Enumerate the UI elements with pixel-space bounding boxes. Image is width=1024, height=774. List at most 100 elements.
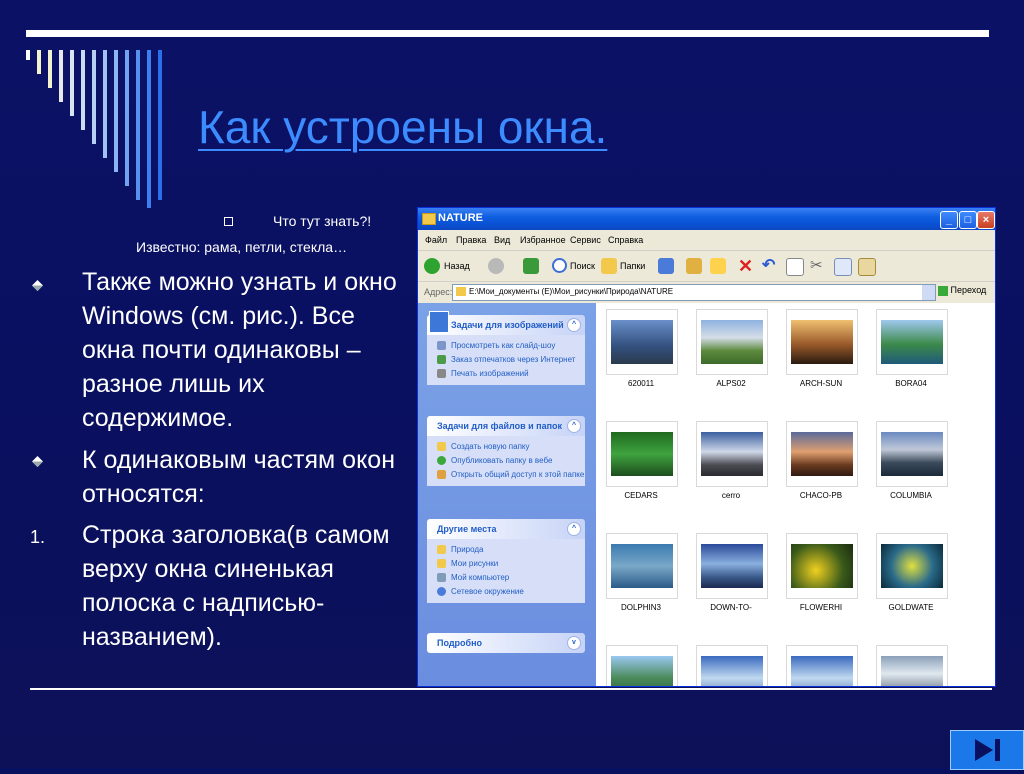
file-thumbnail[interactable]: [606, 309, 678, 375]
panel-header[interactable]: Другие места ^: [427, 519, 585, 539]
bottom-rule: [30, 688, 992, 690]
file-thumbnail[interactable]: [696, 309, 768, 375]
panel-title: Задачи для изображений: [451, 320, 564, 330]
delete-icon[interactable]: ✕: [738, 257, 754, 275]
close-button[interactable]: ×: [977, 211, 995, 229]
menu-edit[interactable]: Правка: [456, 235, 486, 245]
next-slide-button[interactable]: [950, 730, 1024, 770]
picture-icon: [429, 311, 449, 333]
file-thumbnail[interactable]: [876, 645, 948, 686]
expand-icon[interactable]: v: [567, 636, 581, 650]
file-thumbnail[interactable]: [786, 309, 858, 375]
forward-arrow-icon[interactable]: [488, 258, 504, 274]
file-thumbnail[interactable]: [696, 421, 768, 487]
up-folder-icon[interactable]: [523, 258, 539, 274]
place-link[interactable]: Сетевое окружение: [427, 585, 585, 599]
slide-title: Как устроены окна.: [198, 101, 608, 153]
task-link[interactable]: Печать изображений: [427, 367, 585, 381]
menu-favorites[interactable]: Избранное: [520, 235, 566, 245]
task-link[interactable]: Опубликовать папку в вебе: [427, 454, 585, 468]
task-link[interactable]: Открыть общий доступ к этой папке: [427, 468, 585, 482]
panel-picture-tasks: Задачи для изображений ^ Просмотреть как…: [427, 311, 585, 385]
menu-bar: Файл Правка Вид Избранное Сервис Справка: [418, 230, 995, 269]
folders-icon[interactable]: [601, 258, 617, 274]
file-name[interactable]: DOWN-TO-: [686, 603, 776, 612]
task-pane: Задачи для изображений ^ Просмотреть как…: [418, 303, 596, 686]
folder-icon: [422, 213, 436, 225]
minimize-button[interactable]: _: [940, 211, 958, 229]
collapse-icon[interactable]: ^: [567, 419, 581, 433]
views-icon[interactable]: [658, 258, 674, 274]
next-arrow-icon: [975, 739, 1000, 761]
collapse-icon[interactable]: ^: [567, 318, 581, 332]
panel-header[interactable]: Задачи для изображений ^: [427, 311, 585, 335]
file-name[interactable]: CHACO-PB: [776, 491, 866, 500]
cut-icon[interactable]: ✂: [810, 258, 826, 274]
slide-background: Как устроены окна. Что тут знать?! Извес…: [0, 0, 1024, 770]
go-arrow-icon: [938, 285, 948, 296]
file-thumbnail[interactable]: [786, 421, 858, 487]
back-arrow-icon[interactable]: [424, 258, 440, 274]
menu-help[interactable]: Справка: [608, 235, 643, 245]
place-link[interactable]: Природа: [427, 543, 585, 557]
task-link[interactable]: Создать новую папку: [427, 440, 585, 454]
file-thumbnail[interactable]: [786, 645, 858, 686]
list-number: 1.: [30, 527, 46, 547]
search-icon[interactable]: [552, 258, 567, 273]
file-thumbnail[interactable]: [696, 645, 768, 686]
task-link[interactable]: Просмотреть как слайд-шоу: [427, 339, 585, 353]
file-name[interactable]: ALPS02: [686, 379, 776, 388]
file-name[interactable]: GOLDWATE: [866, 603, 956, 612]
file-thumbnail[interactable]: [876, 421, 948, 487]
panel-header[interactable]: Задачи для файлов и папок ^: [427, 416, 585, 436]
file-thumbnail[interactable]: [606, 645, 678, 686]
file-view: 620011 ALPS02 ARCH-SUN BORA04 CEDARS cer…: [596, 303, 995, 686]
search-button-label[interactable]: Поиск: [570, 256, 595, 276]
place-link[interactable]: Мой компьютер: [427, 571, 585, 585]
panel-details: Подробно v: [427, 633, 585, 653]
undo-icon[interactable]: ↶: [762, 258, 778, 274]
chevron-down-icon[interactable]: [922, 285, 935, 300]
panel-title: Задачи для файлов и папок: [437, 421, 563, 431]
toolbar: Назад Поиск Папки ✕ ↶ ✂: [418, 251, 995, 282]
file-name[interactable]: ARCH-SUN: [776, 379, 866, 388]
file-thumbnail[interactable]: [876, 533, 948, 599]
menu-file[interactable]: Файл: [425, 235, 447, 245]
maximize-button[interactable]: □: [959, 211, 977, 229]
address-input[interactable]: E:\Мои_документы (E)\Мои_рисунки\Природа…: [452, 284, 936, 301]
file-name[interactable]: FLOWERHI: [776, 603, 866, 612]
properties-icon[interactable]: [786, 258, 804, 276]
file-name[interactable]: BORA04: [866, 379, 956, 388]
sub-line-text: Известно: рама, петли, стекла…: [136, 239, 348, 255]
window-titlebar[interactable]: NATURE _ □ ×: [418, 208, 995, 230]
menu-tools[interactable]: Сервис: [570, 235, 601, 245]
back-button-label[interactable]: Назад: [444, 256, 470, 276]
home-icon[interactable]: [710, 258, 726, 274]
collapse-icon[interactable]: ^: [567, 522, 581, 536]
go-button[interactable]: Переход: [938, 285, 986, 296]
file-thumbnail[interactable]: [786, 533, 858, 599]
file-name[interactable]: 620011: [596, 379, 686, 388]
folder-move-icon[interactable]: [686, 258, 702, 274]
menu-view[interactable]: Вид: [494, 235, 510, 245]
file-name[interactable]: COLUMBIA: [866, 491, 956, 500]
diamond-bullet-icon: [32, 456, 43, 467]
file-thumbnail[interactable]: [606, 533, 678, 599]
copy-icon[interactable]: [834, 258, 852, 276]
address-bar: Адрес: E:\Мои_документы (E)\Мои_рисунки\…: [418, 282, 995, 302]
file-name[interactable]: cerro: [686, 491, 776, 500]
paste-icon[interactable]: [858, 258, 876, 276]
file-thumbnail[interactable]: [876, 309, 948, 375]
task-link[interactable]: Заказ отпечатков через Интернет: [427, 353, 585, 367]
file-name[interactable]: CEDARS: [596, 491, 686, 500]
diamond-bullet-icon: [32, 280, 43, 291]
folders-button-label[interactable]: Папки: [620, 256, 645, 276]
file-name[interactable]: DOLPHIN3: [596, 603, 686, 612]
panel-header[interactable]: Подробно v: [427, 633, 585, 653]
panel-title: Подробно: [437, 638, 483, 648]
file-thumbnail[interactable]: [696, 533, 768, 599]
place-link[interactable]: Мои рисунки: [427, 557, 585, 571]
square-bullet-icon: [224, 217, 233, 226]
file-thumbnail[interactable]: [606, 421, 678, 487]
numbered-text: Строка заголовка(в самом верху окна сине…: [82, 521, 390, 651]
